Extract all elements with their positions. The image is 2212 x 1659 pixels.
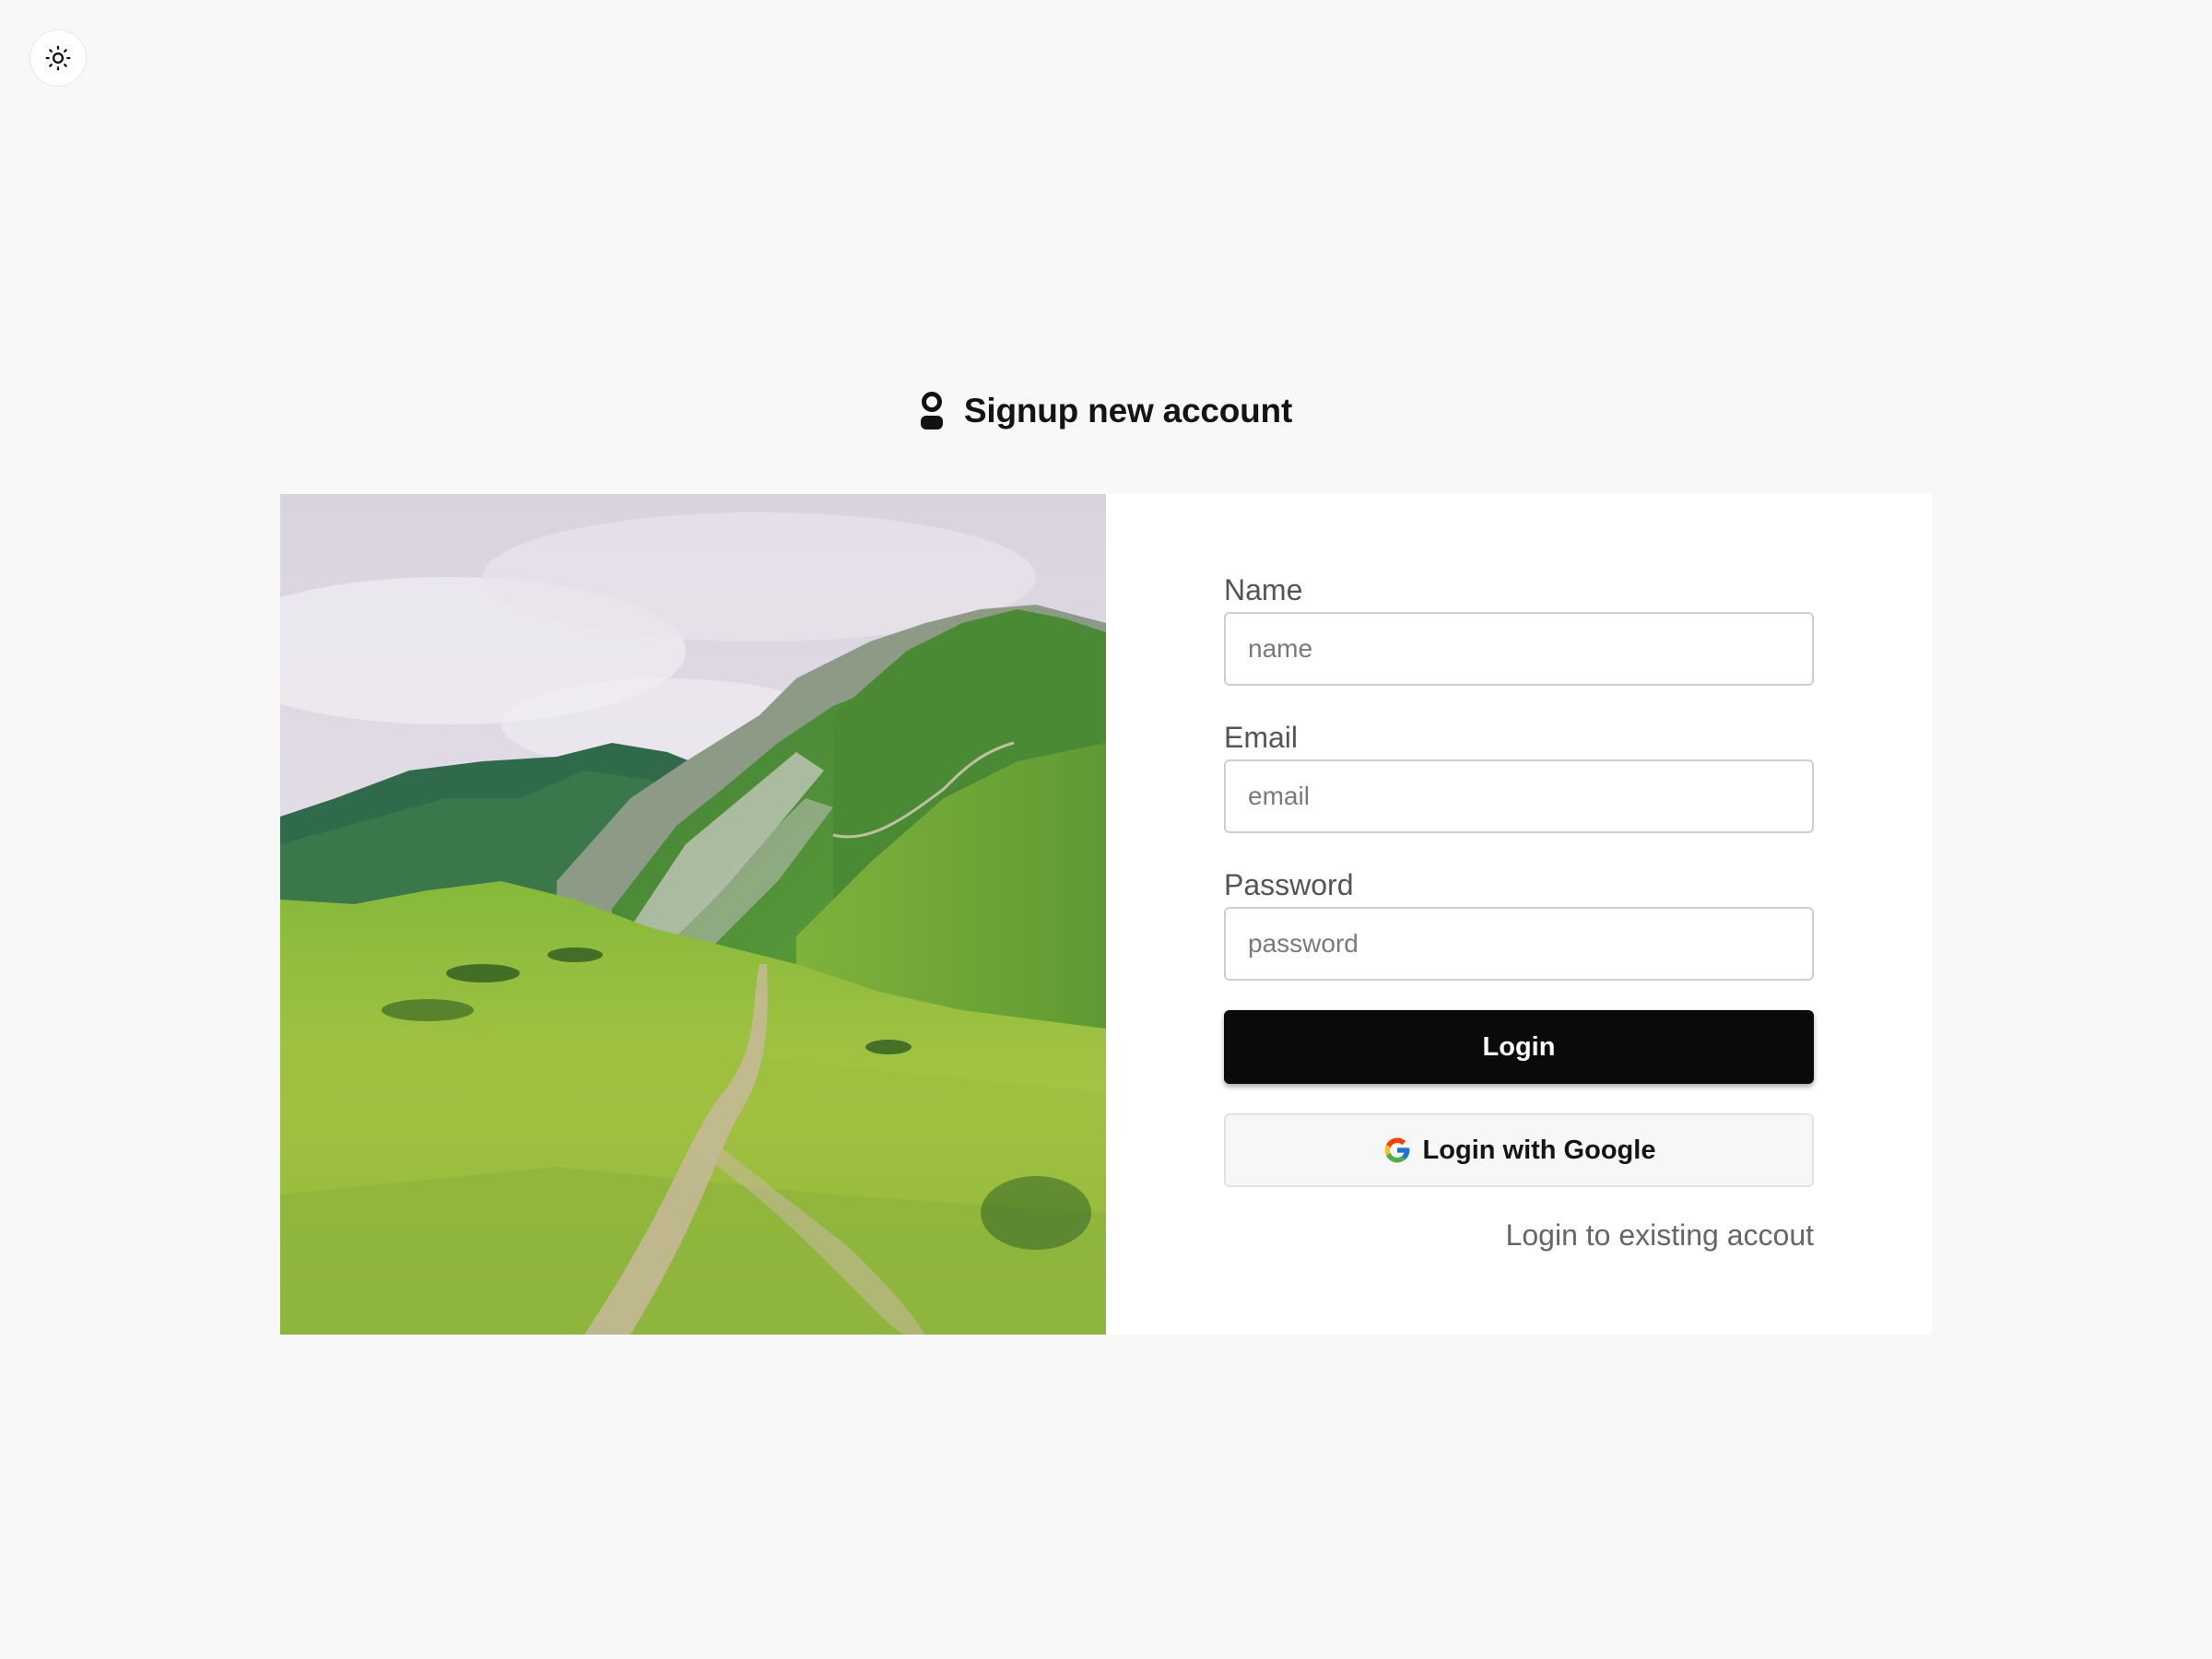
signup-form: Name Email Password Login Login with Goo…	[1106, 494, 1932, 1335]
email-label: Email	[1224, 721, 1299, 754]
login-button[interactable]: Login	[1224, 1010, 1814, 1084]
name-label: Name	[1224, 573, 1303, 606]
login-with-google-label: Login with Google	[1422, 1135, 1656, 1165]
user-icon	[920, 392, 943, 429]
login-existing-account-link[interactable]: Login to existing accout	[1506, 1218, 1814, 1253]
google-icon	[1384, 1137, 1409, 1163]
signup-card: Name Email Password Login Login with Goo…	[280, 494, 1932, 1335]
email-input[interactable]	[1224, 759, 1814, 833]
mountain-landscape-image	[280, 494, 1106, 1335]
page-header: Signup new account	[0, 383, 2212, 439]
sun-icon	[45, 45, 71, 71]
name-input[interactable]	[1224, 612, 1814, 686]
password-label: Password	[1224, 868, 1354, 901]
page-title: Signup new account	[963, 392, 1293, 429]
login-with-google-button[interactable]: Login with Google	[1224, 1113, 1814, 1187]
theme-toggle-button[interactable]	[29, 29, 87, 87]
password-input[interactable]	[1224, 907, 1814, 981]
